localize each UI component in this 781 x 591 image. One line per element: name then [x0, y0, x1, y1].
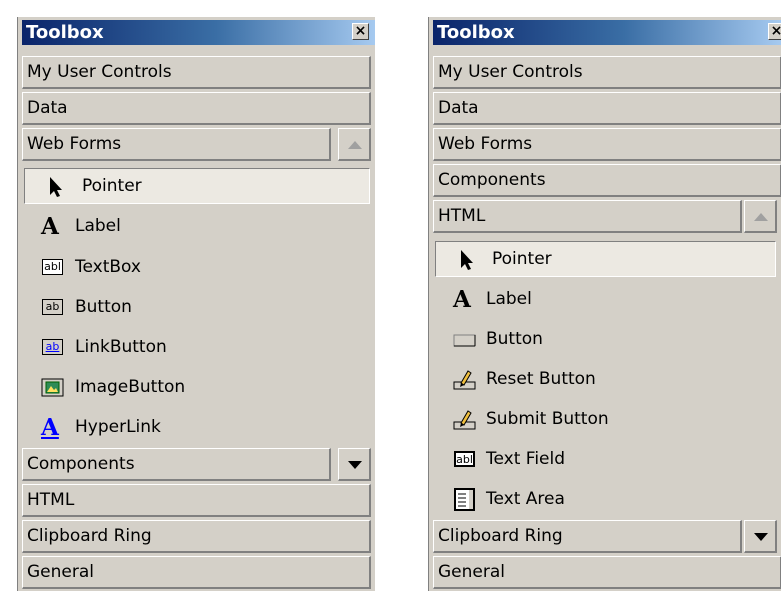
reset-button-icon: [453, 368, 477, 392]
tab-label: General: [27, 562, 94, 582]
tab-general[interactable]: General: [22, 556, 371, 589]
tab-clipboard-ring[interactable]: Clipboard Ring: [433, 520, 742, 553]
toolbox-title: Toolbox: [26, 22, 104, 43]
scroll-down-icon: [348, 461, 362, 469]
close-icon[interactable]: ×: [768, 23, 781, 40]
submit-button-icon: [453, 408, 477, 432]
toolbox-item-reset-button[interactable]: Reset Button: [435, 362, 776, 398]
toolbox-item-label: Pointer: [492, 249, 552, 269]
tab-label: HTML: [438, 206, 486, 226]
toolbox-item-button[interactable]: ab Button: [24, 290, 370, 326]
toolbox-item-submit-button[interactable]: Submit Button: [435, 402, 776, 438]
textbox-icon: abl: [41, 256, 65, 280]
tab-general[interactable]: General: [433, 556, 781, 589]
toolbox-item-pointer[interactable]: Pointer: [435, 241, 776, 277]
tab-label: Clipboard Ring: [27, 526, 152, 546]
toolbox-item-label: Button: [486, 329, 543, 349]
toolbox-item-label: Label: [75, 216, 121, 236]
tab-label: Data: [438, 98, 479, 118]
scroll-up-icon: [348, 141, 362, 149]
tab-web-forms[interactable]: Web Forms: [433, 128, 781, 161]
tab-components[interactable]: Components: [22, 448, 331, 481]
tab-clipboard-ring[interactable]: Clipboard Ring: [22, 520, 371, 553]
linkbutton-icon-glyph: ab: [42, 339, 63, 355]
tab-html[interactable]: HTML: [433, 200, 742, 233]
tab-components[interactable]: Components: [433, 164, 781, 197]
toolbox-item-text-field[interactable]: abl Text Field: [435, 442, 776, 478]
toolbox-item-label: Submit Button: [486, 409, 609, 429]
toolbox-item-html-button[interactable]: Button: [435, 322, 776, 358]
hyperlink-icon: A: [41, 414, 59, 441]
toolbox-item-label-control[interactable]: A Label: [24, 209, 370, 245]
linkbutton-icon: ab: [41, 336, 65, 360]
scroll-down-button[interactable]: [338, 448, 371, 481]
toolbox-item-hyperlink[interactable]: A HyperLink: [24, 410, 370, 446]
imagebutton-icon: [41, 376, 65, 400]
tab-my-user-controls[interactable]: My User Controls: [433, 56, 781, 89]
toolbox-item-label-control[interactable]: A Label: [435, 282, 776, 318]
tab-label: Clipboard Ring: [438, 526, 563, 546]
text-field-icon-glyph: abl: [454, 451, 475, 467]
toolbox-item-label: Button: [75, 297, 132, 317]
toolbox-item-label: ImageButton: [75, 377, 186, 397]
toolbox-title: Toolbox: [437, 22, 515, 43]
html-button-icon: [453, 328, 477, 352]
close-icon[interactable]: ×: [352, 23, 369, 40]
toolbox-item-label: Text Field: [486, 449, 566, 469]
button-icon-glyph: ab: [42, 299, 63, 315]
tab-label: Components: [438, 170, 546, 190]
tab-my-user-controls[interactable]: My User Controls: [22, 56, 371, 89]
label-icon: A: [41, 213, 59, 240]
scroll-up-icon: [754, 213, 768, 221]
toolbox-item-label: Reset Button: [486, 369, 596, 389]
toolbox-item-label: Label: [486, 289, 532, 309]
pointer-icon: [455, 248, 479, 272]
tab-web-forms[interactable]: Web Forms: [22, 128, 331, 161]
tab-label: My User Controls: [27, 62, 172, 82]
tab-label: General: [438, 562, 505, 582]
tab-label: HTML: [27, 490, 75, 510]
toolbox-titlebar[interactable]: Toolbox ×: [22, 20, 375, 45]
tab-label: Data: [27, 98, 68, 118]
tab-label: Web Forms: [438, 134, 533, 154]
text-field-icon: abl: [453, 448, 477, 472]
toolbox-item-pointer[interactable]: Pointer: [24, 168, 370, 204]
toolbox-item-text-area[interactable]: Text Area: [435, 482, 776, 518]
scroll-up-button[interactable]: [744, 200, 777, 233]
scroll-down-button[interactable]: [744, 520, 777, 553]
tab-data[interactable]: Data: [22, 92, 371, 125]
tab-label: Components: [27, 454, 135, 474]
label-icon: A: [453, 286, 471, 313]
tab-label: Web Forms: [27, 134, 122, 154]
toolbox-item-imagebutton[interactable]: ImageButton: [24, 370, 370, 406]
toolbox-item-linkbutton[interactable]: ab LinkButton: [24, 330, 370, 366]
button-icon: ab: [41, 296, 65, 320]
tab-html[interactable]: HTML: [22, 484, 371, 517]
text-area-icon: [453, 488, 477, 512]
toolbox-item-label: Pointer: [82, 176, 142, 196]
toolbox-item-label: HyperLink: [75, 417, 161, 437]
pointer-icon: [44, 175, 68, 199]
toolbox-item-label: TextBox: [75, 257, 141, 277]
tab-data[interactable]: Data: [433, 92, 781, 125]
textbox-icon-glyph: abl: [42, 259, 63, 275]
scroll-down-icon: [754, 533, 768, 541]
toolbox-item-label: Text Area: [486, 489, 565, 509]
toolbox-item-label: LinkButton: [75, 337, 167, 357]
toolbox-item-textbox[interactable]: abl TextBox: [24, 250, 370, 286]
toolbox-titlebar[interactable]: Toolbox ×: [433, 20, 781, 45]
toolbox-panel-right: Toolbox × My User Controls Data Web Form…: [428, 17, 781, 591]
scroll-up-button[interactable]: [338, 128, 371, 161]
tab-label: My User Controls: [438, 62, 583, 82]
toolbox-panel-left: Toolbox × My User Controls Data Web Form…: [17, 17, 375, 591]
